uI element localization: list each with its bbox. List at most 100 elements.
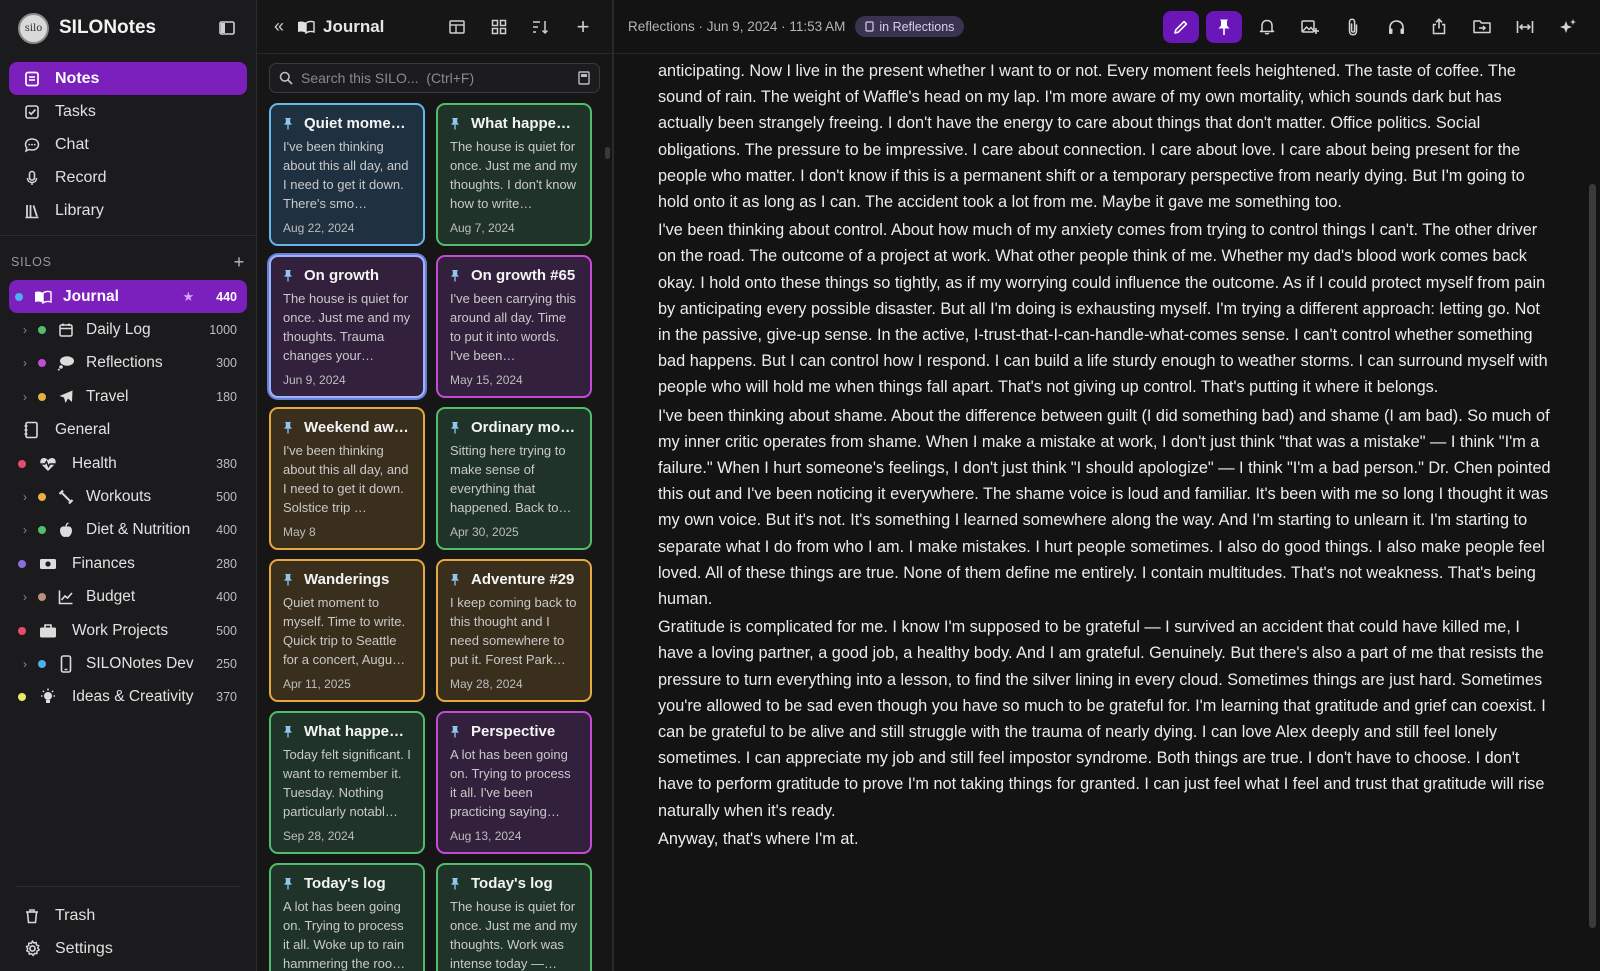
silo-item-ideas-creativity[interactable]: Ideas & Creativity 370 <box>9 681 247 714</box>
pin-note-icon[interactable] <box>1206 10 1242 43</box>
chevron-right-icon[interactable]: › <box>18 590 32 604</box>
chevron-right-icon[interactable]: › <box>18 323 32 337</box>
gear-icon <box>23 940 41 958</box>
trash-icon <box>23 907 41 925</box>
chat-icon <box>23 136 41 154</box>
silo-item-reflections[interactable]: › Reflections 300 <box>9 347 247 380</box>
share-icon[interactable] <box>1421 11 1457 43</box>
editor-scroll-thumb[interactable] <box>1589 184 1596 928</box>
silo-color-dot <box>38 593 46 602</box>
nav-item-library[interactable]: Library <box>9 194 247 227</box>
note-card-title: Adventure #29 <box>471 571 575 588</box>
silo-count: 300 <box>216 356 237 371</box>
silo-name: General <box>55 421 111 439</box>
silo-color-dot <box>38 326 46 335</box>
note-body[interactable]: anticipating. Now I live in the present … <box>614 54 1600 971</box>
editor-scrollbar[interactable] <box>1589 68 1596 928</box>
silo-list: Journal ★ 440 › Daily Log 1000 › Reflect… <box>0 280 256 714</box>
silo-item-daily-log[interactable]: › Daily Log 1000 <box>9 313 247 346</box>
silo-item-general[interactable]: General <box>9 414 247 447</box>
silo-item-travel[interactable]: › Travel 180 <box>9 380 247 413</box>
app-window: silo SILONotes Notes Tasks Chat Record L… <box>0 0 1600 971</box>
silo-item-health[interactable]: Health 380 <box>9 447 247 480</box>
nav-item-chat[interactable]: Chat <box>9 128 247 161</box>
silo-color-dot <box>38 392 46 401</box>
collapse-list-icon[interactable]: « <box>271 12 287 42</box>
add-image-icon[interactable] <box>1292 11 1328 43</box>
chevron-right-icon[interactable]: › <box>18 490 32 504</box>
nav-label: Notes <box>55 69 100 87</box>
sidebar-toggle-icon[interactable] <box>216 17 238 39</box>
edit-pencil-icon[interactable] <box>1163 10 1199 43</box>
note-card[interactable]: Ordinary mo… Sitting here trying to make… <box>436 407 592 550</box>
note-paragraph: I've been thinking about control. About … <box>658 221 1548 397</box>
note-card[interactable]: Quiet mome… I've been thinking about thi… <box>269 103 425 246</box>
nav-label: Record <box>55 168 107 186</box>
note-card[interactable]: What happen… The house is quiet for once… <box>436 103 592 246</box>
layout-icon[interactable] <box>442 12 472 42</box>
silo-count: 500 <box>216 490 237 505</box>
silo-count: 400 <box>216 590 237 605</box>
silo-item-workouts[interactable]: › Workouts 500 <box>9 480 247 513</box>
add-note-icon[interactable]: + <box>568 12 598 42</box>
nav-item-settings[interactable]: Settings <box>9 932 247 965</box>
chevron-right-icon[interactable]: › <box>18 356 32 370</box>
list-title: Journal <box>323 16 385 36</box>
note-card[interactable]: On growth #65 I've been carrying this ar… <box>436 255 592 398</box>
heartbeat-icon <box>38 455 58 473</box>
add-silo-icon[interactable]: + <box>234 252 245 273</box>
nav-item-trash[interactable]: Trash <box>9 899 247 932</box>
headphones-icon[interactable] <box>1378 11 1414 43</box>
nav-item-notes[interactable]: Notes <box>9 62 247 95</box>
note-card[interactable]: What happen… Today felt significant. I w… <box>269 711 425 854</box>
chevron-right-icon[interactable]: › <box>18 390 32 404</box>
note-card-title: On growth #65 <box>471 267 576 284</box>
silo-item-work-projects[interactable]: Work Projects 500 <box>9 614 247 647</box>
pin-icon <box>450 877 462 890</box>
chevron-right-icon[interactable]: › <box>18 523 32 537</box>
note-card-excerpt: The house is quiet for once. Just me and… <box>450 899 578 971</box>
note-card[interactable]: Today's log The house is quiet for once.… <box>436 863 592 971</box>
sort-icon[interactable] <box>526 12 556 42</box>
grid-view-icon[interactable] <box>484 12 514 42</box>
note-filter-icon[interactable] <box>578 71 590 85</box>
note-card-date: Aug 13, 2024 <box>450 829 522 843</box>
note-card-excerpt: Quiet moment to myself. Time to write. Q… <box>283 595 406 667</box>
silo-item-budget[interactable]: › Budget 400 <box>9 581 247 614</box>
note-card[interactable]: Wanderings Quiet moment to myself. Time … <box>269 559 425 702</box>
note-card[interactable]: Weekend aw… I've been thinking about thi… <box>269 407 425 550</box>
list-scrollbar[interactable] <box>605 147 610 159</box>
ai-sparkle-icon[interactable] <box>1550 11 1586 43</box>
silo-item-finances[interactable]: Finances 280 <box>9 547 247 580</box>
note-card[interactable]: Today's log A lot has been going on. Try… <box>269 863 425 971</box>
app-logo: silo <box>18 12 49 44</box>
note-card-date: May 15, 2024 <box>450 373 523 387</box>
silo-tag-badge[interactable]: in Reflections <box>855 16 965 37</box>
note-card-grid: Quiet mome… I've been thinking about thi… <box>257 103 612 971</box>
pin-icon <box>450 725 462 738</box>
silo-count: 1000 <box>209 323 237 338</box>
note-card[interactable]: Perspective A lot has been going on. Try… <box>436 711 592 854</box>
silo-count: 250 <box>216 656 237 671</box>
trash-label: Trash <box>55 906 96 924</box>
note-card-selected[interactable]: On growth The house is quiet for once. J… <box>269 255 425 398</box>
move-to-folder-icon[interactable] <box>1464 11 1500 43</box>
pin-icon <box>283 421 295 434</box>
star-icon[interactable]: ★ <box>182 289 194 305</box>
note-card-title: Quiet mome… <box>304 115 406 132</box>
search-box[interactable] <box>269 63 600 93</box>
width-toggle-icon[interactable] <box>1507 11 1543 43</box>
search-input[interactable] <box>301 70 578 86</box>
nav-item-record[interactable]: Record <box>9 161 247 194</box>
silo-item-silonotes-dev[interactable]: › SILONotes Dev 250 <box>9 647 247 680</box>
silo-item-journal[interactable]: Journal ★ 440 <box>9 280 247 314</box>
bell-icon[interactable] <box>1249 11 1285 43</box>
silo-count: 440 <box>216 289 237 304</box>
silo-item-diet-nutrition[interactable]: › Diet & Nutrition 400 <box>9 514 247 547</box>
note-card-date: Jun 9, 2024 <box>283 373 346 387</box>
chevron-right-icon[interactable]: › <box>18 657 32 671</box>
paperclip-icon[interactable] <box>1335 11 1371 43</box>
thought-icon <box>56 354 76 372</box>
nav-item-tasks[interactable]: Tasks <box>9 95 247 128</box>
note-card[interactable]: Adventure #29 I keep coming back to this… <box>436 559 592 702</box>
